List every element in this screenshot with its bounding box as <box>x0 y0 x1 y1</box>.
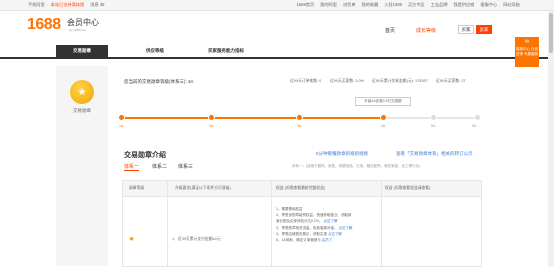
section-title: 交易勋章介绍 <box>124 152 166 159</box>
system-tab-3[interactable]: 体系三 <box>178 163 193 170</box>
top-utility-bar: 手机阿里 本站已支持简体版 消息 35 1688首页 我的阿里 进货单 我的收藏… <box>0 0 554 11</box>
rights-learn-link[interactable]: 点这了解 <box>338 226 352 230</box>
rights-learn-link[interactable]: 会员了 <box>322 238 333 242</box>
level-label-3a: 3A <box>297 124 302 128</box>
topbar-mobile-link[interactable]: 手机阿里 <box>28 2 45 8</box>
th-rights-view: 权益 (如需查看权益请查看) <box>385 186 431 190</box>
page-title: 会员中心 <box>67 18 99 27</box>
tab-trade-medal[interactable]: 交易勋章 <box>56 45 108 57</box>
rights-learn-link[interactable]: 点这了解 <box>323 219 337 223</box>
topbar-favorites[interactable]: 我的收藏 <box>362 2 379 8</box>
table-header: 勋章等级 升级要求(满足以下条件方可晋级) 权益 (如需查看最新完整权益) 权益… <box>123 181 481 197</box>
medal-badge-label: 交易勋章 <box>73 108 91 113</box>
level-dot-6a <box>474 114 481 121</box>
site-logo[interactable]: 1688 <box>27 16 61 34</box>
system-tab-1[interactable]: 体系一 <box>124 163 140 171</box>
level-label-6a: 6A <box>472 124 477 128</box>
system-tab-2[interactable]: 体系二 <box>152 163 167 170</box>
level-dot-1a <box>118 114 125 121</box>
level-label-2a: 2A <box>209 124 214 128</box>
medal-badge-icon: ★ <box>70 80 94 104</box>
topbar-join[interactable]: 入驻1688 <box>384 2 402 8</box>
topbar-cart[interactable]: 进货单 <box>343 2 356 8</box>
topbar-language-link[interactable]: 本站已支持简体版 <box>51 2 85 8</box>
col-divider <box>167 181 168 266</box>
stat-buyers: 近90天买家数: 27 <box>436 79 466 83</box>
seller-toggle-button[interactable]: 卖家 <box>476 25 492 34</box>
rights-item: 5、1A商家，确定订单营销与 会员了 <box>276 238 333 243</box>
row-requirement: 1、近30天累计支付金额≥0元 <box>172 237 221 241</box>
level-label-1a: 1A <box>119 124 124 128</box>
th-medal-level: 勋章等级 <box>129 186 145 190</box>
nav-home-link[interactable]: 首页 <box>385 27 395 34</box>
level-label-4a: 4A <box>381 124 386 128</box>
system-description: 体系一：(适用于服饰、家居、母婴用品、日用、箱包配饰、家纺家装、化工等行业) <box>292 164 421 168</box>
medal-system-notice-link[interactable]: 查看「交易勋章体系」相关的转订公示 <box>396 151 473 157</box>
row-medal-icon: ✹ <box>129 237 135 243</box>
topbar-my-alibaba[interactable]: 我的阿里 <box>320 2 337 8</box>
main-tabs: 交易勋章 供应等级 买家服务能力指标 <box>0 45 554 59</box>
level-label-5a: 5A <box>431 124 436 128</box>
level-dot-2a <box>208 114 215 121</box>
topbar-service[interactable]: 客服中心 <box>480 2 497 8</box>
medal-sidebar: ★ 交易勋章 <box>56 66 108 266</box>
th-rights: 权益 (如需查看最新完整权益) <box>276 186 326 190</box>
level-dot-4a <box>380 114 387 121</box>
tab-supply-level[interactable]: 供应等级 <box>130 45 180 57</box>
topbar-messages-link[interactable]: 消息 35 <box>90 2 104 8</box>
chat-icon: ✉ <box>525 39 530 45</box>
rights-learn-link[interactable]: 点这了解 <box>328 232 342 236</box>
stat-orders: 近90天订单笔数: 0 <box>290 79 322 83</box>
scrollbar-thumb[interactable] <box>549 13 553 53</box>
stat-trade-amount: 近90天累计交易金额(元): 175397 <box>372 79 428 83</box>
buyer-toggle-button[interactable]: 买家 <box>458 25 474 34</box>
col-divider <box>271 181 272 266</box>
topbar-industrial[interactable]: 工业品牌 <box>431 2 448 8</box>
stat-buyers-rate: 近90天买家数: 0.0% <box>330 79 364 83</box>
topbar-supplier[interactable]: 我是供应商 <box>454 2 475 8</box>
rules-video-link[interactable]: 5分钟看懂勋章新规则视频 <box>316 151 368 157</box>
current-medal-level: 您当前的交易勋章等级(体系三): 3A <box>124 79 194 84</box>
level-progress-fill <box>122 117 384 119</box>
level-dot-3a <box>296 114 303 121</box>
th-upgrade-req: 升级要求(满足以下条件方可晋级) <box>175 186 231 190</box>
tab-buyer-service[interactable]: 买家服务能力指标 <box>194 45 258 57</box>
rights-list: 1、需要基础权益 2、享受该勋章级别权益，快速获取营业、领取新 营业额及买家体验… <box>276 206 386 243</box>
topbar-sitemap[interactable]: 网站导航 <box>503 2 520 8</box>
nav-growth-level-link[interactable]: 成长等级 <box>416 27 436 34</box>
medal-rules-table: 勋章等级 升级要求(满足以下条件方可晋级) 权益 (如需查看最新完整权益) 权益… <box>122 180 482 267</box>
level-dot-5a <box>430 114 437 121</box>
topbar-home-link[interactable]: 1688首页 <box>296 2 314 8</box>
upgrade-tooltip: 升级4A还差2.5万交易额 <box>355 97 411 106</box>
page-subtitle: by 1688.com <box>69 28 87 32</box>
topbar-buyer-zone[interactable]: 买方专区 <box>408 2 425 8</box>
